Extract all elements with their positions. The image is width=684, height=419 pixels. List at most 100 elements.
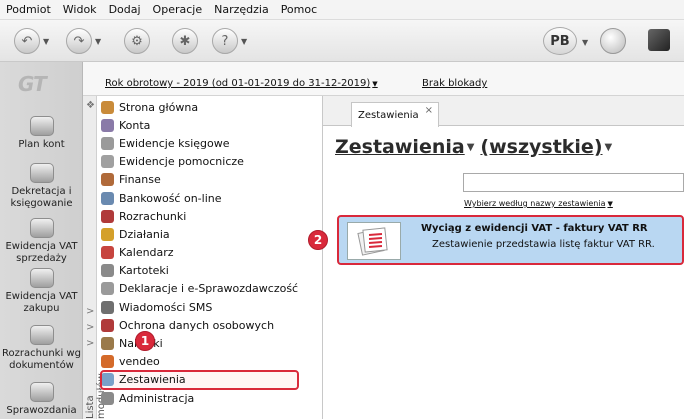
heading-main[interactable]: Zestawienia	[335, 136, 465, 158]
module-item[interactable]: Bankowość on-line	[101, 189, 298, 207]
module-item[interactable]: Ewidencje pomocnicze	[101, 153, 298, 171]
module-item[interactable]: Wiadomości SMS	[101, 298, 298, 316]
left-navigation: GT Plan kont Dekretacja i księgowanie Ew…	[0, 62, 83, 419]
module-item[interactable]: Zestawienia	[99, 369, 300, 391]
fiscal-year-label: Rok obrotowy - 2019 (od 01-01-2019 do 31…	[105, 78, 371, 89]
module-list-side-tab[interactable]: ❖ > > > Lista modułów	[83, 96, 107, 419]
module-list-label: Lista modułów	[85, 373, 107, 419]
report-icon-graphic	[357, 227, 388, 256]
dekretacja-icon	[29, 163, 54, 183]
forward-button[interactable]: ↷ ▼	[66, 27, 101, 55]
chevron-down-icon[interactable]: ▼	[582, 38, 588, 47]
module-icon	[101, 246, 114, 260]
module-item[interactable]: Deklaracje i e-Sprawozdawczość	[101, 280, 298, 298]
pin-icon[interactable]: ❖	[86, 100, 95, 111]
module-item[interactable]: vendeo	[101, 353, 298, 371]
module-icon	[101, 173, 114, 187]
module-label: Ewidencje pomocnicze	[119, 155, 244, 169]
module-icon	[101, 391, 114, 405]
module-label: vendeo	[119, 355, 160, 369]
help-button[interactable]: ? ▼	[212, 27, 247, 55]
nav-ewidencja-vat-zakupu[interactable]: Ewidencja VAT zakupu	[0, 268, 83, 315]
module-list: Strona główna Konta Ewidencje księgowe Ewid…	[99, 98, 300, 407]
module-icon	[101, 100, 114, 114]
back-arrow-icon: ↶	[14, 28, 40, 54]
menu-bar: Podmiot Widok Dodaj Operacje Narzędzia P…	[0, 0, 684, 20]
module-label: Ewidencje księgowe	[119, 136, 230, 150]
nav-ewidencja-vat-sprzedazy[interactable]: Ewidencja VAT sprzedaży	[0, 218, 83, 265]
settings-button[interactable]: ✱	[172, 27, 198, 55]
module-item[interactable]: Kartoteki	[101, 262, 298, 280]
nav-sprawozdania[interactable]: Sprawozdania	[0, 382, 83, 417]
chevron-right-icon: >	[86, 338, 95, 349]
menu-podmiot[interactable]: Podmiot	[6, 3, 51, 16]
nav-dekretacja[interactable]: Dekretacja i księgowanie	[0, 163, 83, 210]
menu-operacje[interactable]: Operacje	[153, 3, 203, 16]
module-label: Deklaracje i e-Sprawozdawczość	[119, 282, 299, 296]
module-label: Rozrachunki	[119, 209, 187, 223]
nav-rozrachunki[interactable]: Rozrachunki wg dokumentów	[0, 325, 83, 372]
menu-pomoc[interactable]: Pomoc	[281, 3, 317, 16]
module-icon	[101, 337, 114, 351]
nav-label: Ewidencja VAT sprzedaży	[5, 241, 78, 264]
search-input[interactable]	[463, 173, 684, 192]
result-item[interactable]: Wyciąg z ewidencji VAT - faktury VAT RR …	[337, 215, 684, 265]
search-hint-dropdown[interactable]: Wybierz według nazwy zestawienia ▼	[464, 199, 613, 208]
module-item[interactable]: Finanse	[101, 171, 298, 189]
module-item[interactable]: Naklejki	[101, 334, 298, 352]
module-icon	[101, 300, 114, 314]
chevron-down-icon: ▼	[241, 36, 248, 46]
module-item[interactable]: Administracja	[101, 389, 298, 407]
module-label: Działania	[119, 227, 170, 241]
module-item[interactable]: Kalendarz	[101, 244, 298, 262]
globe-icon[interactable]	[600, 28, 626, 54]
module-icon	[101, 282, 114, 296]
close-icon[interactable]: ×	[425, 105, 433, 116]
heading-filter[interactable]: (wszystkie)	[480, 136, 602, 158]
fiscal-year-selector[interactable]: Rok obrotowy - 2019 (od 01-01-2019 do 31…	[105, 78, 378, 89]
rozrachunki-icon	[29, 325, 54, 345]
menu-widok[interactable]: Widok	[63, 3, 97, 16]
module-item[interactable]: Ochrona danych osobowych	[101, 316, 298, 334]
module-item[interactable]: Strona główna	[101, 98, 298, 116]
gear-icon: ✱	[172, 28, 198, 54]
toolbar: ↶ ▼ ↷ ▼ ⚙ ✱ ? ▼ PB ▼	[0, 20, 684, 62]
content-area: Zestawienia × Zestawienia ▼ (wszystkie) ▼ W…	[323, 96, 684, 419]
chevron-down-icon: ▼	[95, 36, 102, 46]
back-button[interactable]: ↶ ▼	[14, 27, 49, 55]
locks-link[interactable]: Brak blokady	[422, 78, 487, 89]
nav-label: Rozrachunki wg dokumentów	[2, 348, 81, 371]
chevron-down-icon[interactable]: ▼	[467, 142, 475, 153]
module-label: Finanse	[119, 173, 161, 187]
ewidencja-zakupu-icon	[29, 268, 54, 288]
result-title: Wyciąg z ewidencji VAT - faktury VAT RR	[421, 223, 648, 234]
module-label: Wiadomości SMS	[119, 300, 213, 314]
tools-button[interactable]: ⚙	[124, 27, 150, 55]
module-icon	[101, 227, 114, 241]
chevron-down-icon: ▼	[372, 80, 378, 88]
menu-narzedzia[interactable]: Narzędzia	[214, 3, 269, 16]
module-item[interactable]: Ewidencje księgowe	[101, 134, 298, 152]
chevron-down-icon[interactable]: ▼	[605, 142, 613, 153]
nav-label: Plan kont	[18, 139, 65, 150]
info-row: Rok obrotowy - 2019 (od 01-01-2019 do 31…	[83, 62, 684, 96]
tab-label: Zestawienia	[358, 109, 419, 121]
tools-icon: ⚙	[124, 28, 150, 54]
help-icon: ?	[212, 28, 238, 54]
module-item[interactable]: Rozrachunki	[101, 207, 298, 225]
module-icon	[101, 136, 114, 150]
ewidencja-sprzedazy-icon	[29, 218, 54, 238]
nav-label: Sprawozdania	[6, 405, 77, 416]
nav-label: Dekretacja i księgowanie	[10, 186, 73, 209]
user-profile-badge[interactable]: PB	[543, 27, 577, 55]
module-icon	[101, 318, 114, 332]
module-icon	[101, 118, 114, 132]
module-label: Strona główna	[119, 100, 199, 114]
cube-icon[interactable]	[648, 29, 670, 51]
menu-dodaj[interactable]: Dodaj	[109, 3, 141, 16]
module-item[interactable]: Działania	[101, 225, 298, 243]
module-item[interactable]: Konta	[101, 116, 298, 134]
module-panel: ❖ > > > Lista modułów Strona główna Konta…	[83, 96, 323, 419]
tab-zestawienia[interactable]: Zestawienia ×	[351, 102, 439, 127]
nav-plan-kont[interactable]: Plan kont	[0, 116, 83, 151]
